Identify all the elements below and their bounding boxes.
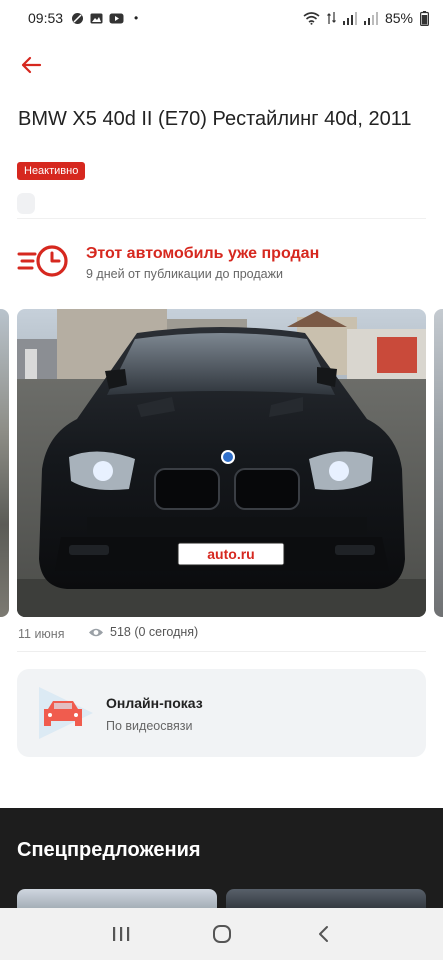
sold-title: Этот автомобиль уже продан (86, 245, 320, 262)
youtube-icon (109, 13, 124, 23)
notification-icon (72, 12, 84, 24)
previous-photo-peek[interactable] (0, 309, 9, 617)
status-bar: 09:53 • 85% (0, 0, 443, 36)
battery-icon (420, 10, 429, 26)
signal-icon (342, 12, 357, 25)
next-photo-peek[interactable] (434, 309, 443, 617)
sold-subtitle: 9 дней от публикации до продажи (86, 267, 283, 281)
recent-apps-button[interactable] (106, 919, 136, 949)
home-button[interactable] (207, 919, 237, 949)
status-right: 85% (303, 10, 429, 26)
views-count: 518 (0 сегодня) (88, 625, 198, 639)
data-arrows-icon (327, 12, 336, 24)
recent-apps-icon (112, 927, 129, 941)
divider (17, 651, 426, 652)
car-play-icon (39, 687, 93, 739)
status-time: 09:53 (28, 10, 64, 26)
wifi-icon (303, 12, 320, 25)
divider (17, 218, 426, 219)
views-text: 518 (0 сегодня) (110, 625, 199, 639)
loading-placeholder (17, 193, 35, 214)
car-photo[interactable]: auto.ru (17, 309, 426, 617)
online-show-title: Онлайн-показ (106, 695, 203, 711)
signal-icon-2 (363, 12, 378, 25)
nav-back-button[interactable] (308, 919, 338, 949)
special-offers-heading: Спецпредложения (17, 839, 201, 861)
publish-date: 11 июня (18, 627, 65, 641)
notification-icons: • (71, 11, 138, 25)
back-button[interactable] (14, 50, 48, 80)
listing-title: BMW X5 40d II (E70) Рестайлинг 40d, 2011 (18, 108, 412, 130)
home-icon (212, 925, 231, 943)
status-badge: Неактивно (17, 162, 86, 180)
battery-percent: 85% (384, 10, 413, 26)
more-dot: • (134, 11, 139, 25)
online-show-card[interactable]: Онлайн-показ По видеосвязи (17, 669, 426, 757)
gallery-icon (90, 13, 103, 23)
photo-gallery[interactable]: auto.ru (0, 309, 443, 617)
system-nav-bar (0, 908, 443, 960)
sold-clock-icon (17, 245, 68, 277)
back-chevron-icon (318, 926, 328, 942)
car-photo-illustration: auto.ru (17, 309, 426, 617)
plate-text: auto.ru (207, 546, 254, 562)
online-show-subtitle: По видеосвязи (106, 719, 193, 733)
eye-icon (89, 628, 103, 636)
arrow-left-icon (21, 56, 42, 74)
